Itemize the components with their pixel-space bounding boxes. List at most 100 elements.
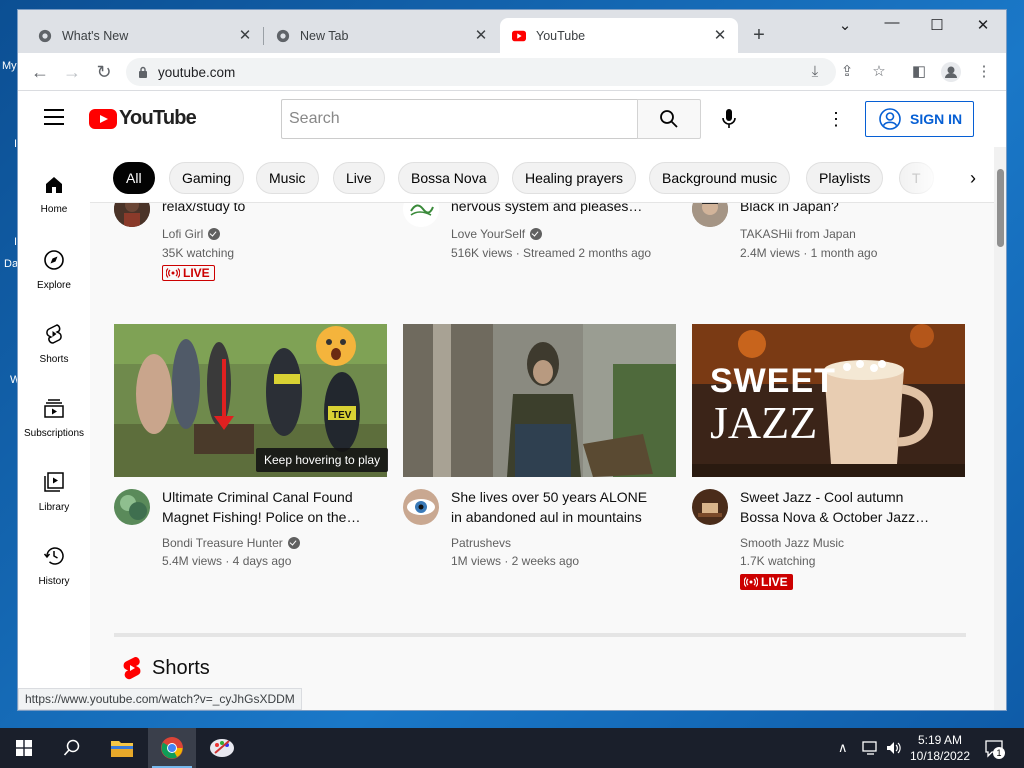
video-title[interactable]: She lives over 50 years ALONE in abandone… [451,487,676,527]
paint-app-icon [210,739,234,757]
chip-bossa-nova[interactable]: Bossa Nova [398,162,500,194]
live-label: LIVE [761,575,788,589]
video-title-line: Magnet Fishing! Police on the… [162,509,361,525]
start-button[interactable] [0,728,48,768]
video-title[interactable]: relax/study to [162,203,387,216]
app-taskbar-button[interactable] [198,728,246,768]
video-title[interactable]: Sweet Jazz - Cool autumn Bossa Nova & Oct… [740,487,965,527]
channel-name[interactable]: Bondi Treasure Hunter [162,536,300,550]
maximize-button[interactable]: ☐ [922,16,952,34]
video-card[interactable]: relax/study to Lofi Girl 35K watching LI… [114,203,387,301]
video-title[interactable]: nervous system and pleases… [451,203,676,216]
new-tab-button[interactable]: + [748,24,770,46]
guide-item-explore[interactable]: Explore [18,249,90,293]
history-icon [43,547,64,565]
guide-item-home[interactable]: Home [18,175,90,217]
video-meta: 1.7K watching [740,554,816,568]
channel-name[interactable]: Lofi Girl [162,227,221,241]
chip-all[interactable]: All [113,162,155,194]
chevron-right-icon[interactable]: › [960,165,986,191]
video-card[interactable]: Black in Japan? TAKASHii from Japan 2.4M… [692,203,965,271]
menu-icon[interactable] [44,109,64,125]
guide-item-library[interactable]: Library [18,471,90,515]
system-clock[interactable]: 5:19 AM 10/18/2022 [900,732,980,764]
chip-live[interactable]: Live [333,162,385,194]
side-panel-icon[interactable]: ◧ [909,62,929,82]
thumbnail-text: TEV [332,410,352,421]
channel-name[interactable]: TAKASHii from Japan [740,227,856,241]
video-card[interactable]: nervous system and pleases… Love YourSel… [403,203,676,271]
forward-button[interactable]: → [60,60,84,84]
scrollbar-thumb[interactable] [997,169,1004,247]
live-label: LIVE [183,266,210,280]
reload-button[interactable]: ↻ [92,60,116,84]
install-app-icon[interactable]: ⤓ [805,62,825,82]
channel-name[interactable]: Smooth Jazz Music [740,536,844,550]
taskbar-search-button[interactable] [48,728,96,768]
channel-name[interactable]: Patrushevs [451,536,511,550]
channel-avatar[interactable] [692,489,728,525]
channel-name-text: Lofi Girl [162,227,204,241]
sign-in-button[interactable]: SIGN IN [865,101,974,137]
bookmark-star-icon[interactable]: ☆ [869,62,889,82]
youtube-logo[interactable]: YouTube [89,107,197,130]
video-title-line: in abandoned aul in mountains [451,509,642,525]
notification-center-button[interactable]: 1 [984,738,1005,759]
chip-background-music[interactable]: Background music [649,162,791,194]
chrome-menu-icon[interactable]: ⋮ [974,62,994,82]
video-card[interactable]: SWEET JAZZ Sweet Jazz - Cool autumn Bossa… [692,324,965,604]
share-icon[interactable]: ⇪ [837,62,857,82]
guide-label: Explore [37,280,71,291]
search-box[interactable] [281,99,638,139]
back-button[interactable]: ← [28,60,52,84]
channel-avatar[interactable] [114,489,150,525]
video-title[interactable]: Black in Japan? [740,203,965,216]
guide-label: History [38,576,70,587]
live-broadcast-icon [744,577,758,587]
status-bar-url: https://www.youtube.com/watch?v=_cyJhGsX… [18,688,302,710]
video-thumbnail[interactable]: SWEET JAZZ [692,324,965,477]
chrome-taskbar-button[interactable] [148,728,196,768]
video-card[interactable]: She lives over 50 years ALONE in abandone… [403,324,676,584]
close-tab-icon[interactable]: ✕ [473,27,489,44]
guide-item-subscriptions[interactable]: Subscriptions [18,397,90,441]
guide-item-history[interactable]: History [18,545,90,589]
close-tab-icon[interactable]: ✕ [712,27,728,44]
address-text: youtube.com [158,64,236,80]
page-scrollbar[interactable] [994,147,1006,710]
settings-more-icon[interactable]: ⋮ [824,107,848,131]
close-window-button[interactable]: ✕ [968,16,998,34]
video-meta: 516K views · Streamed 2 months ago [451,246,652,260]
channel-avatar[interactable] [114,203,150,227]
chip-gaming[interactable]: Gaming [169,162,245,194]
tab-youtube[interactable]: YouTube ✕ [500,18,738,53]
close-tab-icon[interactable]: ✕ [237,27,253,44]
chip-playlists[interactable]: Playlists [806,162,884,194]
tab-whats-new[interactable]: What's New ✕ [18,18,263,53]
microphone-icon[interactable] [718,107,740,131]
tab-new-tab[interactable]: New Tab ✕ [264,18,499,53]
show-hidden-icons[interactable]: ∧ [838,740,848,756]
address-bar[interactable]: youtube.com [126,58,836,86]
video-thumbnail[interactable] [403,324,676,477]
minimize-button[interactable]: — [877,14,907,31]
chip-music[interactable]: Music [256,162,319,194]
channel-avatar[interactable] [692,203,728,227]
tab-search-icon[interactable]: ⌄ [830,16,860,34]
network-icon[interactable] [862,740,880,756]
guide-item-shorts[interactable]: Shorts [18,323,90,367]
windows-logo-icon [16,740,32,756]
file-explorer-button[interactable] [98,728,146,768]
search-input[interactable] [289,110,638,128]
profile-icon[interactable] [941,62,961,82]
video-title[interactable]: Ultimate Criminal Canal Found Magnet Fish… [162,487,387,527]
subscriptions-icon [44,399,64,418]
shorts-heading-text: Shorts [152,656,210,679]
chip-healing-prayers[interactable]: Healing prayers [512,162,637,194]
channel-name[interactable]: Love YourSelf [451,227,543,241]
shorts-icon [46,324,62,344]
channel-avatar[interactable] [403,203,439,227]
channel-avatar[interactable] [403,489,439,525]
video-title-line: Sweet Jazz - Cool autumn [740,489,904,505]
search-button[interactable] [637,99,701,139]
